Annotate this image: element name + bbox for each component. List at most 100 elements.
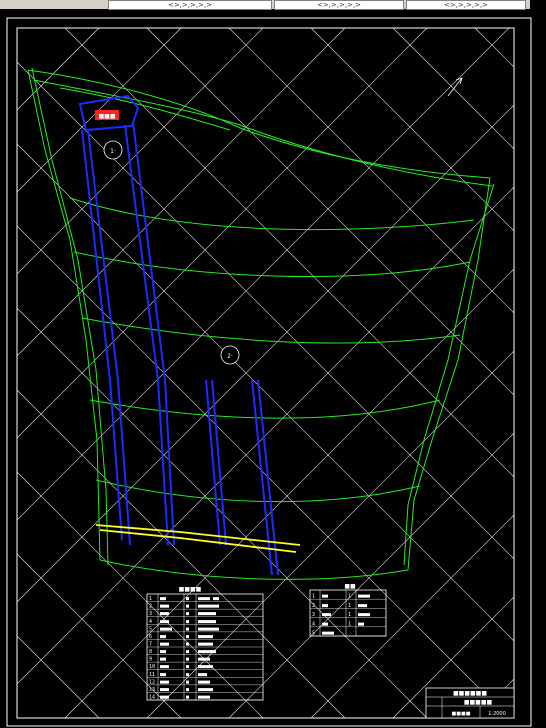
legend-left-cell: ■■■■■■ [198, 649, 216, 655]
grid-line [16, 27, 428, 439]
legend-left-cell: ■■■ [160, 642, 169, 648]
legend-right-cell: ■■■■ [358, 612, 370, 618]
legend-right-cell: ■■ [322, 594, 328, 600]
contour-4 [89, 399, 441, 419]
legend-table-right-title: ■■ [344, 583, 356, 590]
title-block: ■■■■■■ ■■■■■ ■■■■ 1:2000 [425, 687, 515, 719]
legend-left-cell: ■■ [160, 649, 166, 655]
legend-left-cell: 5 [149, 626, 152, 632]
legend-right-cell: 4 [312, 621, 315, 627]
legend-left-cell: ■■■■ [198, 695, 210, 701]
legend-right-cell: 3 [312, 612, 315, 618]
legend-left-cell: ■ [186, 634, 189, 640]
legend-left-cell: ■ [186, 611, 189, 617]
legend-left-cell: ■■■■■■■ [198, 626, 219, 632]
legend-left-cell: 11 [149, 672, 155, 678]
legend-left-cell: 13 [149, 687, 155, 693]
title-block-sub: ■■■■■ [464, 699, 493, 706]
legend-left-cell: ■ [186, 596, 189, 602]
legend-left-cell: ■■■■■ [198, 664, 213, 670]
mine-boundary-contours [27, 67, 495, 580]
grid-line [474, 27, 515, 68]
legend-left-cell: ■ [186, 642, 189, 648]
contour-3 [81, 317, 461, 344]
legend-right-cell: 1 [348, 603, 351, 609]
file-tab-3-label: <>,>,>,>,> [443, 1, 489, 9]
legend-left-cell: 9 [149, 657, 152, 663]
legend-right-cell: 1 [348, 612, 351, 618]
grid-line [16, 186, 515, 685]
legend-left-cell: ■■■ [160, 679, 169, 685]
legend-left-cell: ■■■ [160, 695, 169, 701]
grid-line [16, 27, 100, 111]
legend-right-cell: 5 [312, 631, 315, 637]
legend-left-cell: ■■■ [160, 604, 169, 610]
legend-left-cell: ■■■■■■ [198, 619, 216, 625]
grid-line [64, 27, 515, 478]
legend-left-cell: ■■■ [160, 619, 169, 625]
legend-left-cell: ■■■■■■■ [198, 604, 219, 610]
yellow-section-line [95, 524, 301, 553]
legend-table-right: ■■ 1 ■■ 1 ■■■■ 2 ■■ 1 ■■■ 3 ■■■ 1 ■■■■ 4 ■■ 1 ■■ 5 ■■■■ [309, 583, 387, 637]
yellow-line-main [95, 524, 301, 546]
legend-left-cell: ■■■■ ■■ [198, 596, 219, 602]
legend-left-cell: 1 [149, 596, 152, 602]
legend-left-cell: ■ [186, 657, 189, 663]
legend-left-cell: ■ [186, 695, 189, 701]
file-tab-2-label: <>,>,>,>,> [316, 1, 362, 9]
legend-right-cell: ■■ [322, 621, 328, 627]
legend-left-cell: 3 [149, 611, 152, 617]
grid-line [146, 27, 515, 396]
legend-left-cell: ■■■■■ [198, 687, 213, 693]
legend-right-cell: ■■■■ [358, 594, 370, 600]
legend-left-cell: ■ [186, 649, 189, 655]
legend-right-cell: ■■■ [322, 612, 331, 618]
grid-line [228, 27, 515, 314]
grid-line [16, 471, 264, 719]
boundary-top-1 [27, 69, 491, 179]
legend-right-cell: 1 [348, 594, 351, 600]
legend-right-cell: 1 [348, 621, 351, 627]
legend-left-cell: ■■ [160, 596, 166, 602]
legend-left-cell: ■■■ [160, 687, 169, 693]
roadway-4 [132, 121, 175, 546]
legend-right-cell: 2 [312, 603, 315, 609]
legend-left-cell: ■ [186, 626, 189, 632]
app-toolbar: <>,>,>,>,> <>,>,>,>,> <>,>,>,>,> [0, 0, 546, 10]
boundary-bottom [99, 559, 409, 580]
legend-right-cell: ■■■ [358, 603, 367, 609]
legend-right-cell: ■■ [358, 621, 364, 627]
legend-left-cell: ■ [186, 619, 189, 625]
grid-line [16, 104, 515, 603]
legend-right-cell: ■■ [322, 603, 328, 609]
legend-left-cell: 7 [149, 642, 152, 648]
legend-left-cell: ■ [186, 664, 189, 670]
legend-left-cell: ■■ [160, 672, 166, 678]
grid-line [16, 27, 346, 357]
legend-left-cell: 8 [149, 649, 152, 655]
legend-left-cell: 6 [149, 634, 152, 640]
legend-left-cell: ■■■ [160, 664, 169, 670]
legend-left-cell: ■■■■■ [198, 642, 213, 648]
grid-line [16, 635, 100, 719]
legend-left-cell: ■■■■■ [198, 634, 213, 640]
grid-line [16, 389, 346, 719]
legend-left-cell: 10 [149, 664, 155, 670]
legend-right-cell: 1 [312, 594, 315, 600]
contour-1 [69, 197, 475, 231]
title-block-scale: 1:2000 [488, 711, 506, 717]
toolbar-end [530, 0, 546, 9]
legend-left-cell: ■ [186, 604, 189, 610]
cad-drawing-canvas[interactable]: ■■■ 1· 2· ■■■■ 1 ■■ ■ ■■■■ ■■2 ■■■ ■ ■■■■■■■3 ■… [0, 9, 546, 728]
legend-left-cell: ■■ [160, 634, 166, 640]
legend-table-left: ■■■■ 1 ■■ ■ ■■■■ ■■2 ■■■ ■ ■■■■■■■3 ■■■ ■ ■■■■■■4… [146, 586, 264, 701]
roadway-3 [124, 124, 169, 546]
red-label-text: ■■■ [98, 113, 115, 120]
title-block-name: ■■■■■■ [453, 690, 487, 697]
legend-left-cell: ■■■■■■ [198, 611, 216, 617]
section-marker-1-label: 1· [110, 148, 116, 155]
grid-line [16, 307, 428, 719]
title-block-code: ■■■■ [452, 711, 471, 717]
legend-left-cell: ■■■ [160, 611, 169, 617]
legend-table-left-title: ■■■■ [179, 586, 202, 593]
